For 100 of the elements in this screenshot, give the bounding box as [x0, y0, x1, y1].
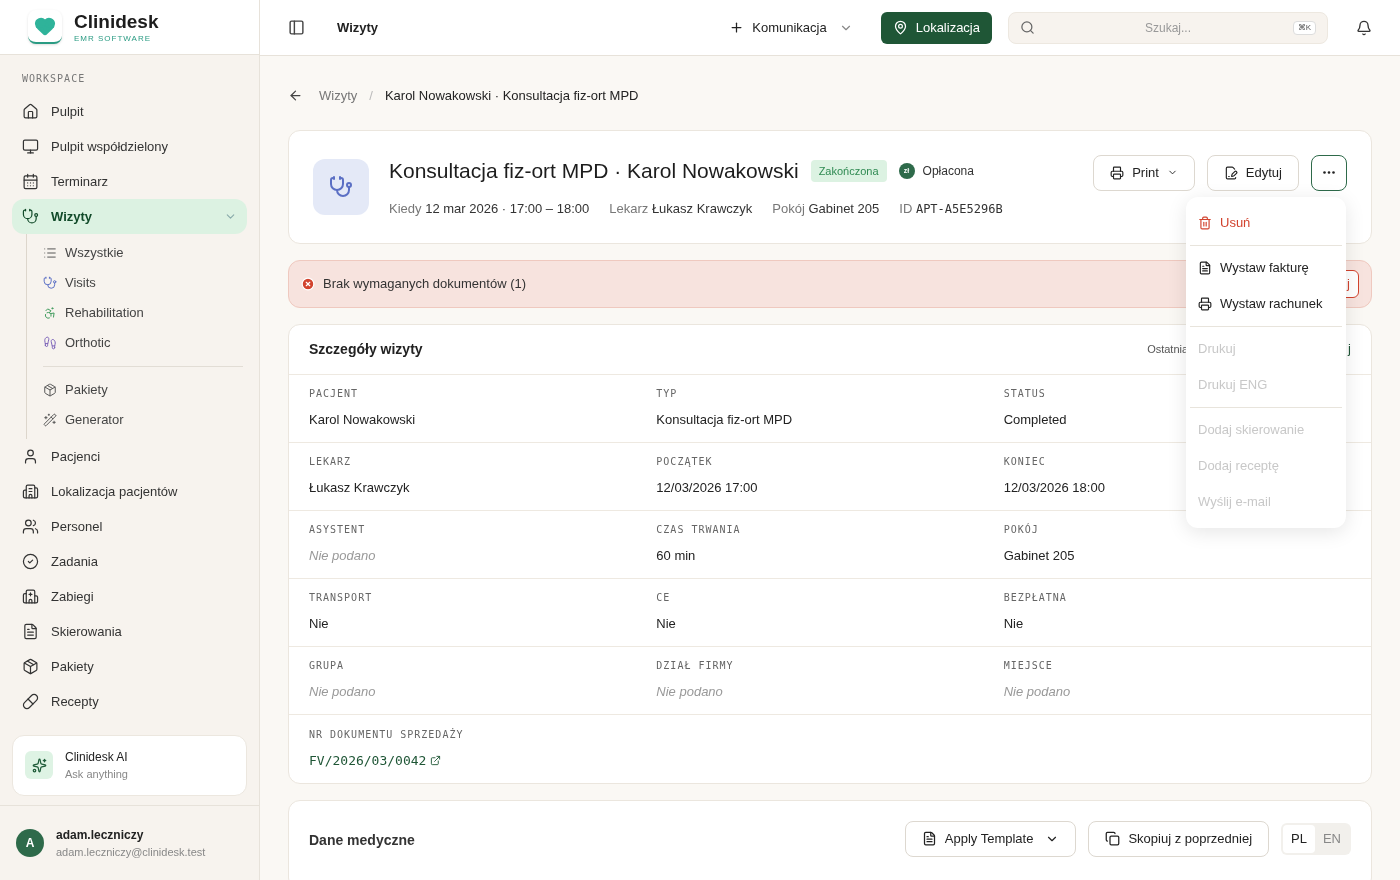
field-value: Completed	[1003, 411, 1067, 430]
page-title: Wizyty	[337, 18, 380, 37]
field-value: Konsultacja fiz-ort MPD	[656, 411, 793, 430]
ai-title: Clinidesk AI	[65, 749, 128, 766]
home-icon	[22, 103, 39, 120]
location-button[interactable]: Lokalizacja	[880, 11, 992, 44]
submenu-item[interactable]: Generator	[43, 405, 247, 435]
sidebar-item[interactable]: Pulpit	[12, 94, 247, 129]
app-subtitle: EMR SOFTWARE	[74, 34, 153, 43]
ai-card[interactable]: Clinidesk AI Ask anything	[12, 735, 247, 796]
print-button[interactable]: Print	[1093, 154, 1195, 191]
meta-text: Kiedy 12 mar 2026 · 17:00 – 18:00	[389, 199, 590, 218]
card-link[interactable]: j	[1348, 339, 1351, 359]
document-icon	[1198, 260, 1212, 275]
back-icon[interactable]	[288, 88, 303, 104]
field-value: 60 min	[656, 547, 696, 566]
user-icon	[22, 448, 39, 465]
sidebar-item[interactable]: Pakiety	[12, 649, 247, 684]
user-avatar[interactable]: A	[16, 829, 44, 857]
field-value: 12/03/2026 17:00	[656, 479, 758, 498]
payment-status: Opłacona	[922, 162, 974, 180]
breadcrumb-link[interactable]: Wizyty	[319, 86, 358, 106]
copy-button[interactable]: Skopiuj z poprzedniej	[1088, 820, 1270, 857]
field-value: Gabinet 205	[1003, 547, 1075, 566]
submenu-item[interactable]: Visits	[43, 268, 247, 298]
printer-icon	[1110, 165, 1125, 180]
field-label: STATUS	[1003, 387, 1046, 402]
field-label: TYP	[656, 387, 678, 402]
breadcrumb-current: Karol Nowakowski · Konsultacja fiz-ort MPD	[384, 87, 639, 105]
field-label: CZAS TRWANIA	[656, 523, 741, 538]
field-label: BEZPŁATNA	[1003, 591, 1067, 606]
field-label: LEKARZ	[309, 455, 352, 470]
apply-template-button[interactable]: Apply Template	[904, 820, 1077, 857]
field-label: KONIEC	[1003, 455, 1046, 470]
pill-icon	[22, 693, 39, 710]
meta-text: Pokój Gabinet 205	[772, 199, 880, 218]
edit-icon	[1223, 165, 1238, 180]
plus-icon	[729, 20, 745, 35]
notification-icon[interactable]	[1356, 19, 1372, 36]
field-value: Karol Nowakowski	[309, 411, 416, 430]
wand-icon	[43, 413, 57, 427]
submenu-item[interactable]: Wszystkie	[43, 238, 247, 268]
field-label: POCZĄTEK	[656, 455, 713, 470]
status-badge: Zakończona	[810, 159, 887, 182]
field-label: PACJENT	[309, 387, 359, 402]
menu-item[interactable]: Usuń	[1190, 204, 1342, 241]
copy-icon	[1105, 831, 1121, 846]
pin-icon	[892, 20, 908, 35]
field-label: NR DOKUMENTU SPRZEDAŻY	[309, 727, 464, 742]
field-label: CE	[656, 591, 671, 606]
sidebar-item[interactable]: Lokalizacja pacjentów	[12, 474, 247, 509]
document-icon	[22, 623, 39, 640]
ai-subtitle: Ask anything	[65, 767, 128, 782]
communication-button[interactable]: Komunikacja	[721, 11, 861, 44]
external-link-icon	[430, 755, 442, 766]
sidebar-item[interactable]: Recepty	[12, 684, 247, 719]
more-button[interactable]	[1311, 154, 1347, 191]
sidebar-toggle-icon[interactable]	[288, 19, 305, 36]
field-value: Nie	[656, 615, 676, 634]
package-icon	[43, 383, 57, 397]
sidebar-item[interactable]: Zabiegi	[12, 579, 247, 614]
submenu-item[interactable]: Rehabilitation	[43, 298, 247, 328]
card-title: Dane medyczne	[309, 830, 416, 850]
sparkles-icon	[25, 751, 53, 780]
field-label: POKÓJ	[1003, 522, 1039, 538]
sidebar-item[interactable]: Pulpit współdzielony	[12, 129, 247, 164]
sidebar-item[interactable]: Personel	[12, 509, 247, 544]
field-value: Nie podano	[656, 683, 723, 702]
submenu-item[interactable]: Orthotic	[43, 328, 247, 358]
check-circle-icon	[22, 553, 39, 570]
sidebar-item[interactable]: Zadania	[12, 544, 247, 579]
field-label: ASYSTENT	[309, 523, 366, 538]
field-label: MIEJSCE	[1003, 659, 1053, 674]
hospital-icon	[22, 588, 39, 605]
field-value: Nie podano	[1003, 683, 1071, 702]
sidebar-item[interactable]: Terminarz	[12, 164, 247, 199]
search-icon	[1020, 19, 1035, 35]
error-icon	[301, 276, 315, 291]
sidebar-item[interactable]: Wizyty	[12, 199, 247, 234]
stethoscope-icon	[313, 158, 369, 215]
edit-button[interactable]: Edytuj	[1206, 154, 1299, 191]
sidebar-item[interactable]: Pacjenci	[12, 439, 247, 474]
section-label: WORKSPACE	[21, 72, 87, 86]
printer-icon	[1198, 296, 1212, 311]
breadcrumb-separator: /	[369, 87, 373, 105]
document-link[interactable]: FV/2026/03/0042	[309, 750, 442, 771]
meta-text: ID APT-A5E5296B	[899, 199, 1003, 218]
submenu-item[interactable]: Pakiety	[43, 375, 247, 405]
list-icon	[43, 246, 57, 260]
field-value: 12/03/2026 18:00	[1003, 479, 1105, 498]
trash-icon	[1198, 215, 1212, 230]
package-icon	[22, 658, 39, 675]
card-title: Szczegóły wizyty	[309, 339, 424, 359]
meta-text: Lekarz Łukasz Krawczyk	[609, 199, 753, 218]
language-tab[interactable]: PL	[1283, 824, 1315, 853]
user-email: adam.leczniczy@clinidesk.test	[56, 844, 206, 860]
foot-icon	[43, 336, 57, 350]
stethoscope-icon	[22, 208, 39, 225]
sidebar-item[interactable]: Skierowania	[12, 614, 247, 649]
calendar-icon	[22, 173, 39, 190]
